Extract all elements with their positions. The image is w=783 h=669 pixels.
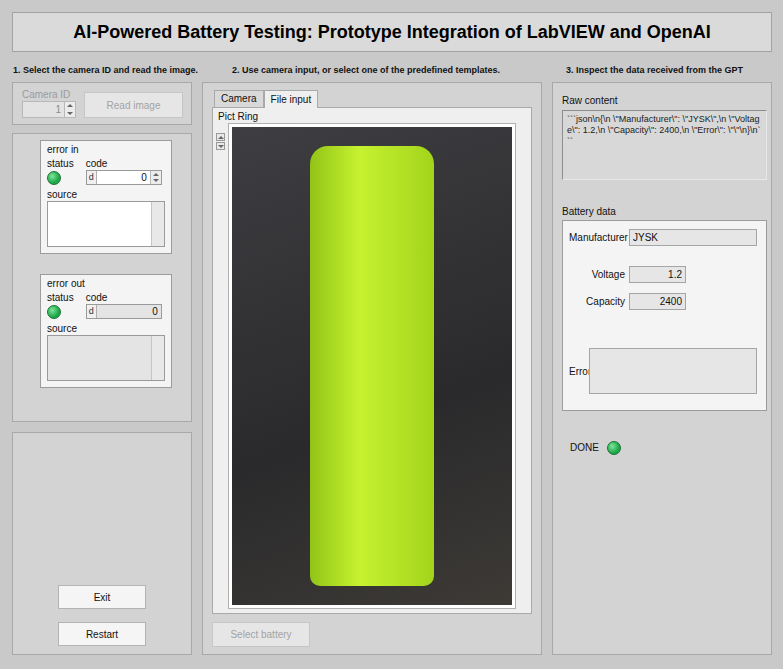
source-text bbox=[48, 202, 151, 246]
source-label: source bbox=[47, 323, 165, 335]
camera-id-label: Camera ID bbox=[22, 89, 76, 101]
done-label: DONE bbox=[570, 442, 599, 454]
battery-field: Manufacturer JYSK bbox=[569, 229, 757, 246]
source-text bbox=[48, 336, 151, 380]
control-button[interactable]: Exit bbox=[58, 585, 146, 609]
battery-shape bbox=[310, 146, 433, 586]
code-group: coded0 bbox=[86, 158, 162, 185]
tab[interactable]: File input bbox=[264, 90, 319, 108]
step-label: 3. Inspect the data received from the GP… bbox=[552, 64, 772, 76]
window-title: AI-Powered Battery Testing: Prototype In… bbox=[73, 22, 711, 43]
camera-panel: Camera ID1 Read image bbox=[12, 82, 192, 125]
camera-id-input[interactable]: 1 bbox=[22, 101, 76, 118]
ring-arrows bbox=[216, 133, 226, 609]
increment-icon[interactable] bbox=[65, 102, 75, 110]
source-field bbox=[47, 335, 165, 381]
error-cluster: error in status coded0 source bbox=[40, 140, 172, 254]
middle-column: 2. Use camera input, or select one of th… bbox=[202, 64, 542, 655]
decrement-icon[interactable] bbox=[65, 110, 75, 118]
field-label: Error bbox=[569, 366, 589, 377]
camera-id-control: Camera ID1 bbox=[22, 89, 76, 118]
battery-photo bbox=[232, 127, 512, 605]
code-group: coded0 bbox=[86, 292, 162, 319]
source-label: source bbox=[47, 189, 165, 201]
select-battery-button[interactable]: Select battery bbox=[212, 622, 310, 647]
tab[interactable]: Camera bbox=[214, 90, 264, 107]
cluster-title: error out bbox=[47, 278, 165, 290]
title-bar: AI-Powered Battery Testing: Prototype In… bbox=[12, 12, 772, 52]
done-led-icon bbox=[607, 441, 621, 455]
radix-label: d bbox=[87, 171, 97, 184]
field-label: Manufacturer bbox=[569, 232, 625, 243]
field-label: Voltage bbox=[569, 269, 625, 280]
status-label: status bbox=[47, 158, 74, 170]
control-button[interactable]: Restart bbox=[58, 622, 146, 646]
scrollbar[interactable] bbox=[151, 336, 164, 380]
ring-down-icon[interactable] bbox=[216, 142, 225, 150]
front-panel: AI-Powered Battery Testing: Prototype In… bbox=[0, 0, 783, 669]
status-led-icon bbox=[47, 305, 61, 319]
field-value: 2400 bbox=[629, 293, 686, 310]
increment-icon[interactable] bbox=[151, 171, 161, 178]
battery-field: Voltage 1.2 bbox=[569, 266, 757, 283]
battery-data-cluster: Manufacturer JYSK Voltage 1.2 Capacity 2400 Er… bbox=[562, 220, 767, 411]
cluster-top: status coded0 bbox=[47, 158, 165, 185]
ring-up-icon[interactable] bbox=[216, 133, 225, 141]
raw-content-label: Raw content bbox=[562, 95, 767, 107]
left-column: 1. Select the camera ID and read the ima… bbox=[12, 64, 192, 655]
photo-frame bbox=[228, 123, 516, 609]
step-label: 1. Select the camera ID and read the ima… bbox=[12, 64, 192, 76]
field-value bbox=[589, 348, 757, 394]
control-panel: Exit Restart bbox=[12, 432, 192, 655]
field-label: Capacity bbox=[569, 296, 625, 307]
status-label: status bbox=[47, 292, 74, 304]
code-label: code bbox=[86, 292, 162, 304]
input-panel: CameraFile input Pict Ring Select battery bbox=[202, 82, 542, 655]
battery-field: Capacity 2400 bbox=[569, 293, 757, 310]
right-column: 3. Inspect the data received from the GP… bbox=[552, 64, 772, 655]
camera-id-value: 1 bbox=[23, 102, 64, 117]
source-field[interactable] bbox=[47, 201, 165, 247]
output-panel: Raw content ```json\n{\n \"Manufacturer\"… bbox=[552, 82, 772, 655]
status-led-icon bbox=[47, 171, 61, 185]
code-value: 0 bbox=[97, 171, 150, 184]
cluster-top: status coded0 bbox=[47, 292, 165, 319]
cluster-title: error in bbox=[47, 144, 165, 156]
field-value: 1.2 bbox=[629, 266, 686, 283]
pict-ring-label: Pict Ring bbox=[216, 111, 531, 123]
status-group: status bbox=[47, 158, 74, 185]
camera-id-spinner[interactable] bbox=[64, 102, 75, 117]
battery-field: Error bbox=[569, 348, 757, 394]
scrollbar[interactable] bbox=[151, 202, 164, 246]
read-image-button[interactable]: Read image bbox=[84, 92, 183, 118]
tab-content: Pict Ring bbox=[212, 107, 532, 614]
columns: 1. Select the camera ID and read the ima… bbox=[12, 64, 772, 655]
raw-content-field: ```json\n{\n \"Manufacturer\": \"JYSK\",… bbox=[562, 110, 767, 180]
code-spinner[interactable] bbox=[150, 171, 161, 184]
battery-data-label: Battery data bbox=[562, 206, 767, 218]
done-indicator: DONE bbox=[562, 441, 767, 455]
tab-strip: CameraFile input bbox=[212, 90, 532, 107]
status-group: status bbox=[47, 292, 74, 319]
code-field[interactable]: d0 bbox=[86, 170, 162, 185]
code-field: d0 bbox=[86, 304, 162, 319]
decrement-icon[interactable] bbox=[151, 178, 161, 185]
field-value: JYSK bbox=[629, 229, 757, 246]
step-label: 2. Use camera input, or select one of th… bbox=[202, 64, 542, 76]
error-cluster: error out status coded0 source bbox=[40, 274, 172, 388]
error-panel: error instatuscoded0sourceerror outstatu… bbox=[12, 133, 192, 422]
code-label: code bbox=[86, 158, 162, 170]
code-value: 0 bbox=[97, 305, 161, 318]
pict-ring bbox=[216, 123, 531, 609]
radix-label: d bbox=[87, 305, 97, 318]
